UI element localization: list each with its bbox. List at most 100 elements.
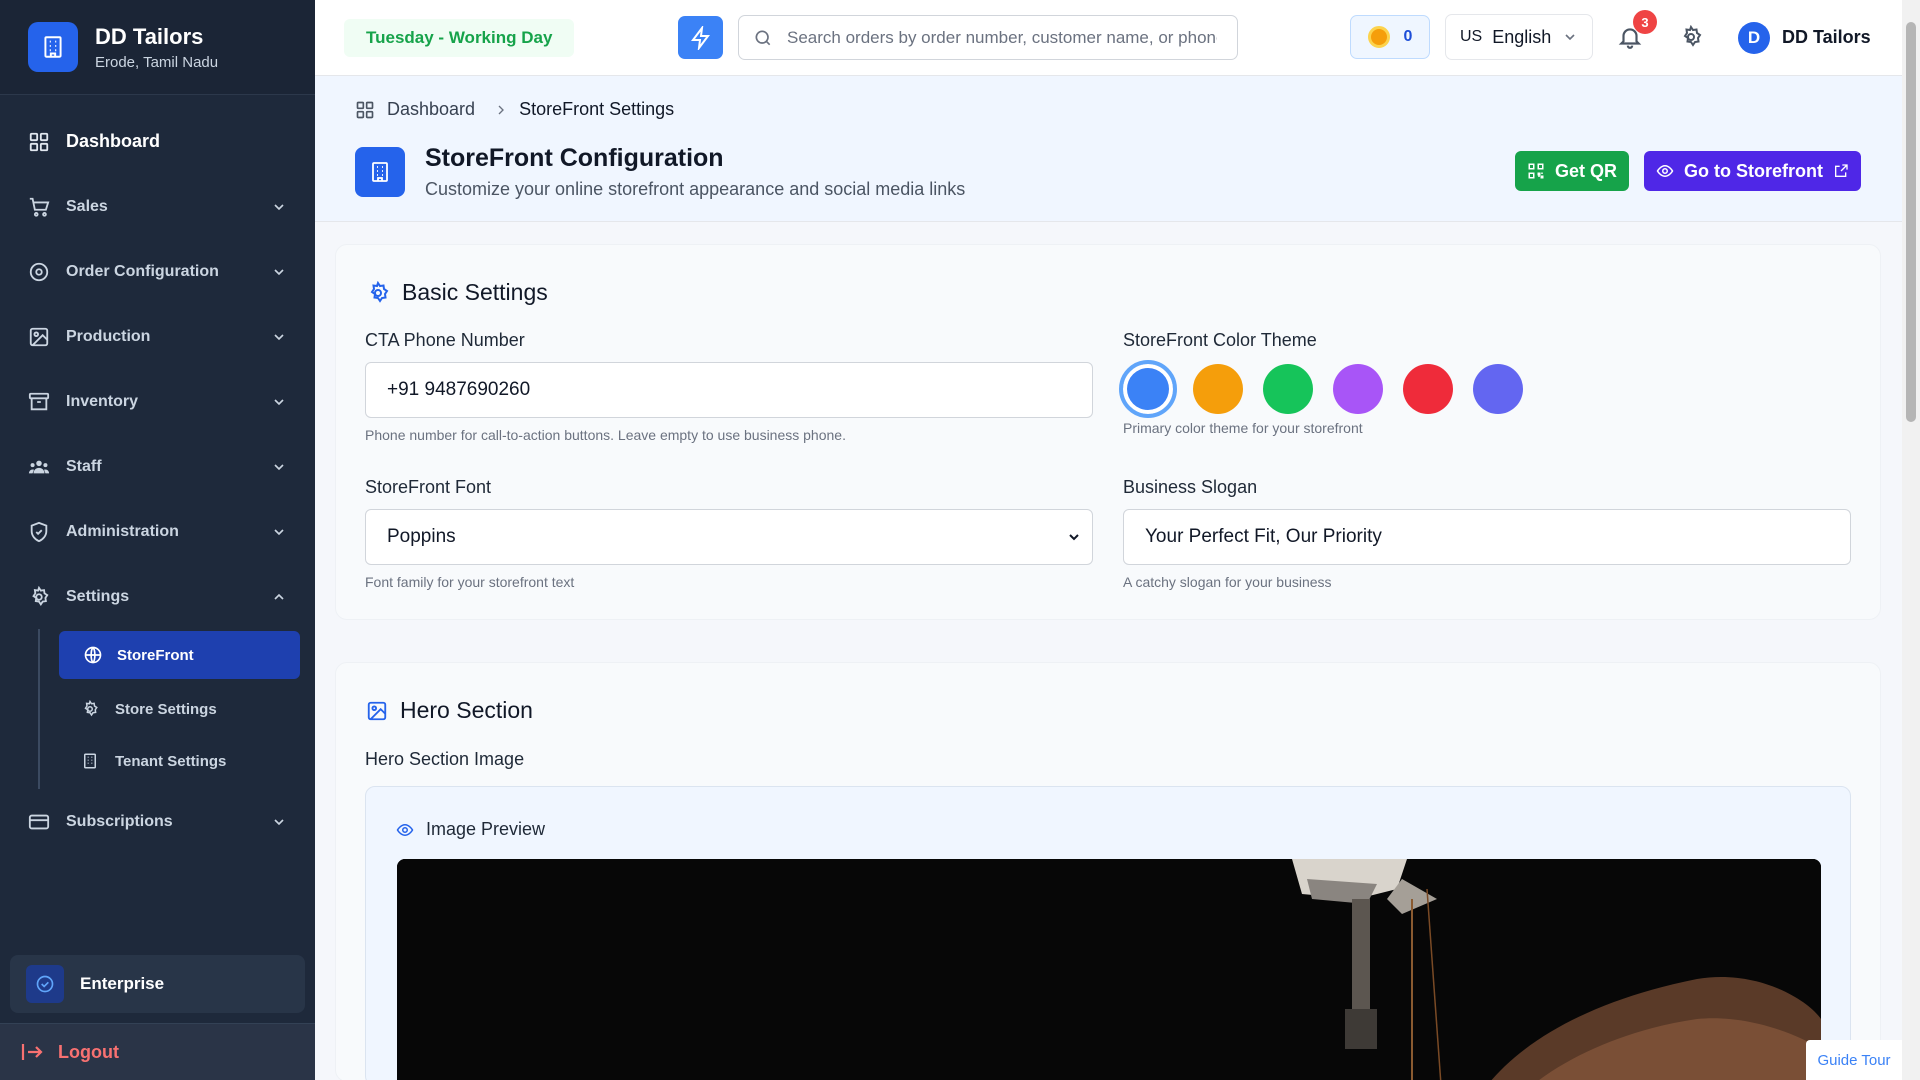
business-slogan-hint: A catchy slogan for your business — [1123, 574, 1332, 590]
get-qr-label: Get QR — [1554, 160, 1617, 181]
sidebar-item-dashboard[interactable]: Dashboard — [0, 109, 315, 174]
chevron-down-icon — [274, 463, 284, 470]
logout-button[interactable]: Logout — [0, 1023, 315, 1080]
sidebar-item-store-settings[interactable]: Store Settings — [59, 683, 300, 735]
plan-badge[interactable]: Enterprise — [10, 955, 305, 1013]
language-selector[interactable]: US English — [1445, 14, 1593, 60]
sidebar-item-tenant-settings[interactable]: Tenant Settings — [59, 735, 300, 787]
color-swatch[interactable] — [1263, 364, 1313, 414]
business-slogan-input[interactable]: Your Perfect Fit, Our Priority — [1123, 509, 1851, 565]
chevron-up-icon — [274, 593, 284, 600]
sidebar-item-subscriptions[interactable]: Subscriptions — [0, 789, 315, 854]
storefront-font-value: Poppins — [387, 526, 456, 547]
plan-label: Enterprise — [80, 974, 165, 993]
hero-section-title: Hero Section — [400, 697, 533, 723]
storefront-font-hint: Font family for your storefront text — [365, 574, 575, 590]
check-circle-icon — [26, 965, 64, 1003]
guide-tour-button[interactable]: Guide Tour — [1806, 1040, 1902, 1080]
image-preview-heading: Image Preview — [396, 819, 545, 840]
building-icon — [355, 147, 405, 197]
go-to-storefront-label: Go to Storefront — [1684, 160, 1823, 181]
sidebar-item-label: Administration — [66, 522, 179, 540]
basic-settings-title: Basic Settings — [402, 279, 548, 305]
scrollbar-thumb[interactable] — [1906, 22, 1916, 422]
color-swatch[interactable] — [1403, 364, 1453, 414]
eye-icon — [396, 823, 414, 836]
storefront-font-select[interactable]: Poppins — [365, 509, 1093, 565]
image-icon — [367, 701, 387, 720]
cta-phone-input[interactable]: +91 9487690260 — [365, 362, 1093, 418]
chevron-down-icon — [274, 333, 284, 340]
sidebar-item-settings[interactable]: Settings — [0, 564, 315, 629]
hero-section-heading: Hero Section — [366, 697, 533, 724]
top-bar: Tuesday - Working Day 0 US English 3 D D… — [315, 0, 1902, 76]
eye-icon — [1656, 164, 1674, 178]
chevron-right-icon — [498, 105, 505, 114]
chevron-down-icon — [274, 268, 284, 275]
coins-balance[interactable]: 0 — [1350, 15, 1430, 59]
sidebar-subitem-label: StoreFront — [117, 646, 194, 664]
day-status-badge: Tuesday - Working Day — [344, 19, 575, 57]
brand-location: Erode, Tamil Nadu — [95, 53, 219, 71]
page-header: Dashboard StoreFront Settings StoreFront… — [315, 76, 1902, 222]
sidebar-item-inventory[interactable]: Inventory — [0, 369, 315, 434]
brand[interactable]: DD Tailors Erode, Tamil Nadu — [0, 0, 315, 95]
avatar[interactable]: D — [1738, 22, 1770, 54]
sidebar-item-order-configuration[interactable]: Order Configuration — [0, 239, 315, 304]
get-qr-button[interactable]: Get QR — [1515, 151, 1629, 191]
image-icon — [28, 326, 50, 348]
sidebar-item-staff[interactable]: Staff — [0, 434, 315, 499]
page-scrollbar[interactable] — [1902, 0, 1920, 1080]
user-name[interactable]: DD Tailors — [1782, 27, 1871, 48]
breadcrumb-home[interactable]: Dashboard — [355, 99, 475, 120]
users-icon — [28, 456, 50, 478]
sidebar-subitem-label: Tenant Settings — [115, 752, 227, 770]
sidebar-item-label: Sales — [66, 197, 108, 215]
color-swatch[interactable] — [1193, 364, 1243, 414]
credit-card-icon — [28, 811, 50, 833]
chevron-down-icon — [274, 203, 284, 210]
dashboard-icon — [28, 131, 50, 153]
chevron-down-icon — [274, 818, 284, 825]
color-swatch[interactable] — [1333, 364, 1383, 414]
quick-action-button[interactable] — [678, 16, 723, 59]
breadcrumb-home-label: Dashboard — [387, 99, 476, 119]
hero-image-preview — [397, 859, 1821, 1080]
globe-icon — [83, 645, 103, 665]
sidebar-item-production[interactable]: Production — [0, 304, 315, 369]
language-label: English — [1492, 26, 1552, 47]
gear-icon — [28, 261, 50, 283]
breadcrumb-current: StoreFront Settings — [519, 99, 675, 119]
sidebar-item-sales[interactable]: Sales — [0, 174, 315, 239]
color-swatch[interactable] — [1473, 364, 1523, 414]
go-to-storefront-button[interactable]: Go to Storefront — [1644, 151, 1861, 191]
sidebar-item-label: Settings — [66, 587, 130, 605]
search-input[interactable] — [787, 27, 1217, 48]
image-preview-panel: Image Preview — [365, 786, 1851, 1080]
search-box[interactable] — [738, 15, 1238, 60]
page-subtitle: Customize your online storefront appeara… — [425, 179, 966, 199]
color-swatch[interactable] — [1119, 360, 1177, 418]
settings-submenu: StoreFront Store Settings Tenant Setting… — [38, 629, 315, 789]
gear-icon — [81, 699, 101, 719]
gear-icon[interactable] — [1679, 25, 1703, 49]
basic-settings-heading: Basic Settings — [366, 279, 548, 306]
sidebar-item-label: Production — [66, 327, 151, 345]
chevron-down-icon — [1069, 534, 1079, 541]
hero-image-label: Hero Section Image — [365, 749, 525, 769]
sidebar-item-label: Staff — [66, 457, 102, 475]
brand-name: DD Tailors — [95, 23, 204, 49]
gear-icon — [370, 280, 389, 303]
sidebar: DD Tailors Erode, Tamil Nadu Dashboard S… — [0, 0, 315, 1080]
chevron-down-icon — [274, 398, 284, 405]
sidebar-item-storefront[interactable]: StoreFront — [59, 631, 300, 679]
archive-icon — [28, 391, 50, 413]
sidebar-item-administration[interactable]: Administration — [0, 499, 315, 564]
page-title: StoreFront Configuration — [425, 144, 724, 172]
logout-icon — [20, 1040, 44, 1064]
cta-phone-hint: Phone number for call-to-action buttons.… — [365, 427, 846, 443]
color-theme-hint: Primary color theme for your storefront — [1123, 420, 1363, 436]
image-preview-label: Image Preview — [426, 819, 546, 839]
sidebar-item-label: Inventory — [66, 392, 139, 410]
building-icon — [28, 22, 78, 72]
